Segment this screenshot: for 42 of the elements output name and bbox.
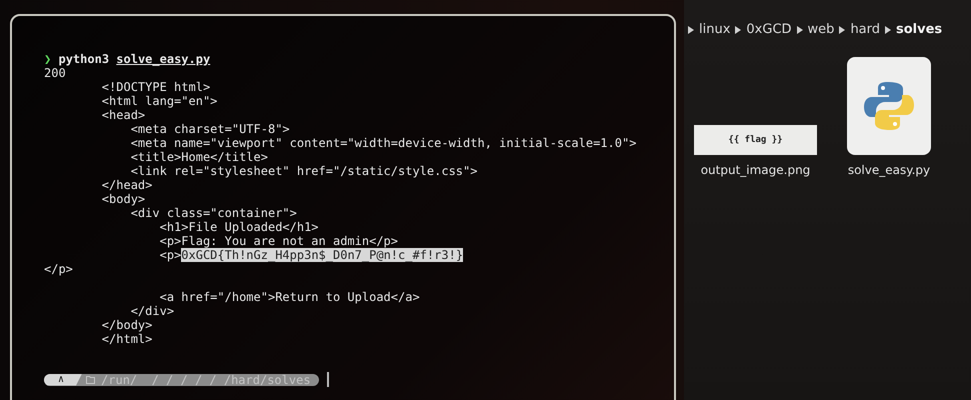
output-line: <meta charset="UTF-8">: [130, 122, 290, 136]
path-text: /run/ / / / / / /hard/solves: [101, 374, 312, 386]
triangle-icon: [885, 26, 892, 34]
two-snakes-icon: [863, 80, 915, 132]
output-line: </body>: [100, 318, 152, 332]
selected-text: 0xGCD{Th!nGz_H4pp3n$_D0n7_P@n!c_#f!r3!}: [181, 248, 464, 262]
output-line: <body>: [100, 192, 146, 206]
triangle-icon: [735, 26, 742, 34]
output-line: <html lang="en">: [100, 94, 218, 108]
output-line: </p>: [44, 262, 73, 276]
text-cursor: [326, 372, 329, 387]
output-line: 200: [44, 66, 66, 80]
file-name[interactable]: output_image.png: [700, 163, 810, 177]
output-line: <link rel="stylesheet" href="/static/style.css">: [130, 164, 478, 178]
os-segment: ∧: [44, 374, 82, 386]
breadcrumb-item[interactable]: web: [808, 22, 834, 37]
output-line: <div class="container">: [130, 206, 297, 220]
breadcrumb-item[interactable]: solves: [896, 22, 942, 37]
output-line: <p>Flag: You are not an admin</p>: [158, 234, 398, 248]
file-name[interactable]: solve_easy.py: [848, 163, 930, 177]
image-thumbnail[interactable]: {{ flag }}: [694, 125, 817, 155]
output-line: <p>: [158, 248, 182, 262]
output-line: </div>: [130, 304, 174, 318]
file-icon[interactable]: [847, 57, 931, 155]
triangle-icon: [688, 26, 694, 34]
output-line: <a href="/home">Return to Upload</a>: [158, 290, 420, 304]
folder-icon: [86, 376, 96, 384]
output-line: </html>: [100, 332, 152, 346]
triangle-icon: [796, 26, 803, 34]
breadcrumb-item[interactable]: hard: [850, 22, 880, 37]
output-line: <head>: [100, 108, 146, 122]
command-text: python3: [58, 52, 110, 66]
output-line: <h1>File Uploaded</h1>: [158, 220, 319, 234]
breadcrumb-item[interactable]: linux: [699, 22, 730, 37]
prompt-symbol: ❯: [44, 52, 52, 66]
breadcrumb-item[interactable]: 0xGCD: [746, 22, 792, 37]
triangle-icon: [839, 26, 846, 34]
command-argument: solve_easy.py: [116, 52, 210, 66]
output-line: <title>Home</title>: [130, 150, 268, 164]
output-line: <!DOCTYPE html>: [100, 80, 210, 94]
output-line: <meta name="viewport" content="width=device-width, initial-scale=1.0">: [130, 136, 636, 150]
output-line: </head>: [100, 178, 152, 192]
